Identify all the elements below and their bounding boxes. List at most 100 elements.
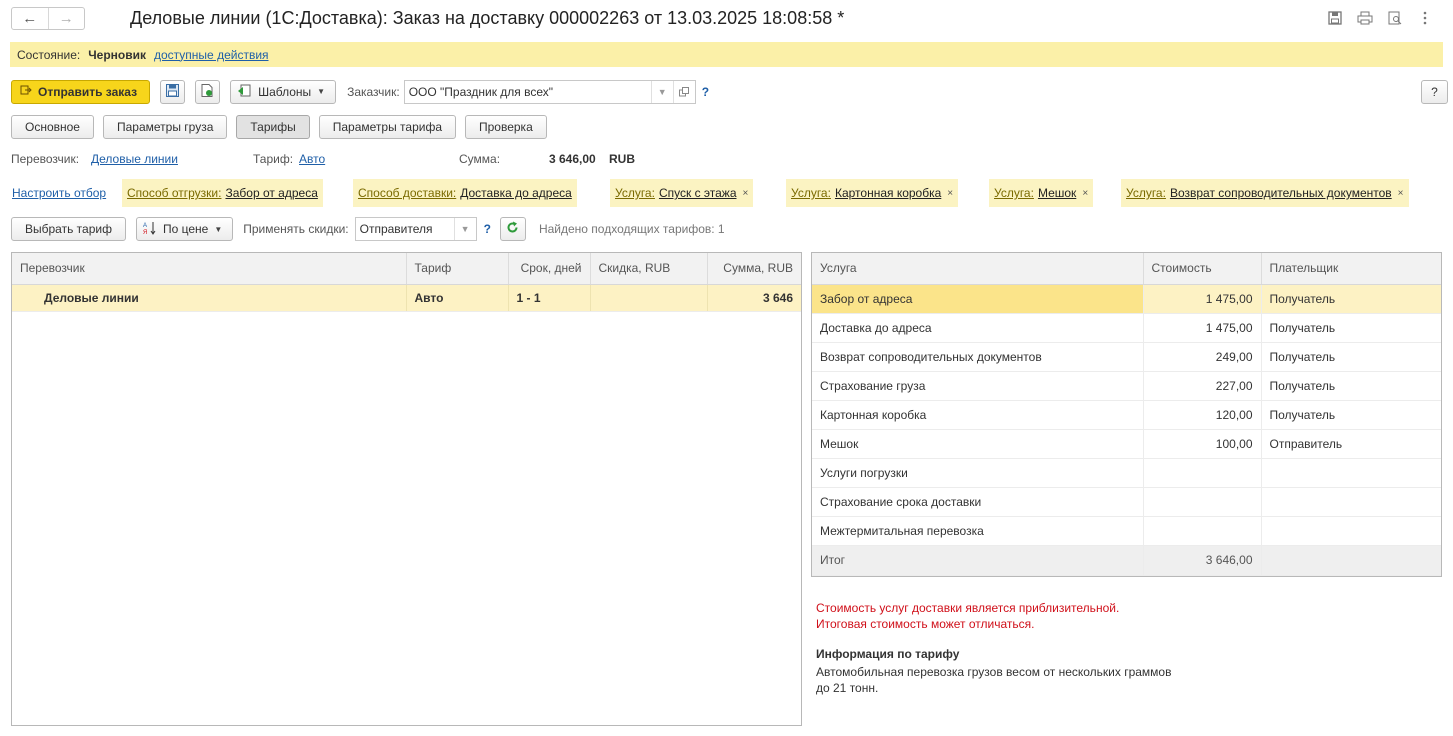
table-row[interactable]: Доставка до адреса 1 475,00 Получатель: [812, 313, 1441, 343]
dropdown-arrow-icon: ▼: [317, 87, 326, 96]
svg-text:Я: Я: [143, 230, 147, 235]
total-value: 3 646,00: [1143, 544, 1262, 576]
filter-chip-service-docs[interactable]: Услуга: Возврат сопроводительных докумен…: [1121, 179, 1409, 207]
price-warning: Стоимость услуг доставки является прибли…: [816, 600, 1119, 632]
carrier-label: Перевозчик:: [11, 152, 80, 166]
sum-currency: RUB: [609, 152, 635, 166]
customer-value: ООО "Праздник для всех": [408, 84, 554, 99]
print-icon[interactable]: [1357, 10, 1373, 26]
cell-payer: Получатель: [1261, 342, 1441, 372]
cell-service: Доставка до адреса: [812, 313, 1144, 343]
preview-icon[interactable]: [1387, 10, 1403, 26]
save-button[interactable]: [160, 79, 186, 104]
table-row[interactable]: Забор от адреса 1 475,00 Получатель: [812, 284, 1441, 314]
cell-payer: Получатель: [1261, 313, 1441, 343]
post-button[interactable]: [195, 79, 221, 104]
remove-filter-icon[interactable]: ×: [1082, 188, 1088, 199]
tab-tariffs[interactable]: Тарифы: [236, 115, 310, 139]
filter-chip-shipment[interactable]: Способ отгрузки: Забор от адреса: [122, 179, 323, 207]
tariff-controls: Выбрать тариф AЯ По цене ▼ Применять ски…: [11, 216, 771, 242]
filter-chip-delivery[interactable]: Способ доставки: Доставка до адреса: [353, 179, 577, 207]
services-table-panel: Услуга Стоимость Плательщик Забор от адр…: [811, 252, 1442, 577]
forward-button[interactable]: →: [47, 8, 85, 29]
column-header-sum[interactable]: Сумма, RUB: [707, 253, 801, 285]
tariff-info-title: Информация по тарифу: [816, 647, 960, 661]
discount-help-icon[interactable]: ?: [484, 222, 491, 236]
send-order-button[interactable]: Отправить заказ: [11, 79, 151, 104]
refresh-button[interactable]: [499, 217, 526, 241]
customer-field[interactable]: ООО "Праздник для всех" ▼: [403, 79, 696, 104]
tariff-link[interactable]: Авто: [299, 152, 325, 166]
cell-cost: 100,00: [1143, 429, 1262, 459]
cell-service: Картонная коробка: [812, 400, 1144, 430]
cell-payer: [1261, 487, 1441, 517]
cell-service: Возврат сопроводительных документов: [812, 342, 1144, 372]
table-row[interactable]: Страхование срока доставки: [812, 487, 1441, 517]
sort-button[interactable]: AЯ По цене ▼: [135, 217, 234, 241]
cell-sum: 3 646: [707, 284, 801, 312]
table-row[interactable]: Услуги погрузки: [812, 458, 1441, 488]
found-tariffs-text: Найдено подходящих тарифов: 1: [538, 222, 725, 236]
cell-payer: [1261, 516, 1441, 546]
filter-chip-service-floor[interactable]: Услуга: Спуск с этажа ×: [610, 179, 754, 207]
cell-service: Забор от адреса: [812, 284, 1144, 314]
customer-dropdown-icon[interactable]: ▼: [650, 80, 673, 103]
services-table: Услуга Стоимость Плательщик Забор от адр…: [812, 253, 1441, 576]
column-header-discount[interactable]: Скидка, RUB: [590, 253, 708, 285]
cell-discount: [590, 284, 708, 312]
filter-chip-service-bag[interactable]: Услуга: Мешок ×: [989, 179, 1094, 207]
discount-select[interactable]: Отправителя ▼: [354, 217, 477, 241]
column-header-payer[interactable]: Плательщик: [1261, 253, 1441, 285]
templates-button[interactable]: Шаблоны ▼: [230, 79, 337, 104]
send-order-label: Отправить заказ: [38, 84, 138, 99]
help-button[interactable]: ?: [1421, 79, 1448, 104]
column-header-tariff[interactable]: Тариф: [406, 253, 509, 285]
customer-help-icon[interactable]: ?: [702, 85, 709, 99]
filter-chip-key: Способ доставки:: [358, 186, 457, 200]
discount-value: Отправителя: [359, 222, 433, 236]
sum-label: Сумма:: [459, 152, 501, 166]
cell-payer: Отправитель: [1261, 429, 1441, 459]
table-row[interactable]: Возврат сопроводительных документов 249,…: [812, 342, 1441, 372]
filter-chip-value: Возврат сопроводительных документов: [1169, 186, 1392, 200]
filter-chip-service-box[interactable]: Услуга: Картонная коробка ×: [786, 179, 959, 207]
cell-payer: Получатель: [1261, 284, 1441, 314]
tab-check[interactable]: Проверка: [465, 115, 547, 139]
filter-chip-value: Картонная коробка: [834, 186, 942, 200]
sort-label: По цене: [162, 222, 209, 236]
tab-tariff-params[interactable]: Параметры тарифа: [318, 115, 456, 139]
remove-filter-icon[interactable]: ×: [1398, 188, 1404, 199]
cell-service: Межтермитальная перевозка: [812, 516, 1144, 546]
table-row[interactable]: Картонная коробка 120,00 Получатель: [812, 400, 1441, 430]
floppy-icon: [166, 83, 180, 100]
table-row[interactable]: Межтермитальная перевозка: [812, 516, 1441, 546]
column-header-days[interactable]: Срок, дней: [508, 253, 591, 285]
filter-chip-key: Способ отгрузки:: [127, 186, 222, 200]
tab-cargo-params[interactable]: Параметры груза: [102, 115, 228, 139]
open-link-icon[interactable]: [672, 80, 695, 103]
remove-filter-icon[interactable]: ×: [743, 188, 749, 199]
cell-payer: Получатель: [1261, 400, 1441, 430]
tariff-info-text: Автомобильная перевозка грузов весом от …: [816, 665, 1172, 695]
discount-label: Применять скидки:: [243, 222, 349, 236]
carrier-link[interactable]: Деловые линии: [91, 152, 178, 166]
column-header-carrier[interactable]: Перевозчик: [12, 253, 407, 285]
svg-text:A: A: [143, 223, 147, 229]
remove-filter-icon[interactable]: ×: [947, 188, 953, 199]
choose-tariff-button[interactable]: Выбрать тариф: [11, 217, 126, 241]
table-row[interactable]: Деловые линии Авто 1 - 1 3 646: [12, 284, 801, 312]
save-icon[interactable]: [1327, 10, 1343, 26]
table-row[interactable]: Мешок 100,00 Отправитель: [812, 429, 1441, 459]
more-menu-icon[interactable]: [1417, 10, 1433, 26]
column-header-cost[interactable]: Стоимость: [1143, 253, 1262, 285]
tab-main[interactable]: Основное: [11, 115, 94, 139]
send-icon: [20, 84, 32, 99]
column-header-service[interactable]: Услуга: [812, 253, 1144, 285]
filter-chip-key: Услуга:: [791, 186, 831, 200]
back-button[interactable]: ←: [12, 8, 48, 29]
filter-chip-key: Услуга:: [1126, 186, 1166, 200]
table-row[interactable]: Страхование груза 227,00 Получатель: [812, 371, 1441, 401]
setup-filter-link[interactable]: Настроить отбор: [12, 186, 106, 200]
discount-dropdown-icon[interactable]: ▼: [453, 218, 476, 240]
available-actions-link[interactable]: доступные действия: [154, 48, 269, 62]
